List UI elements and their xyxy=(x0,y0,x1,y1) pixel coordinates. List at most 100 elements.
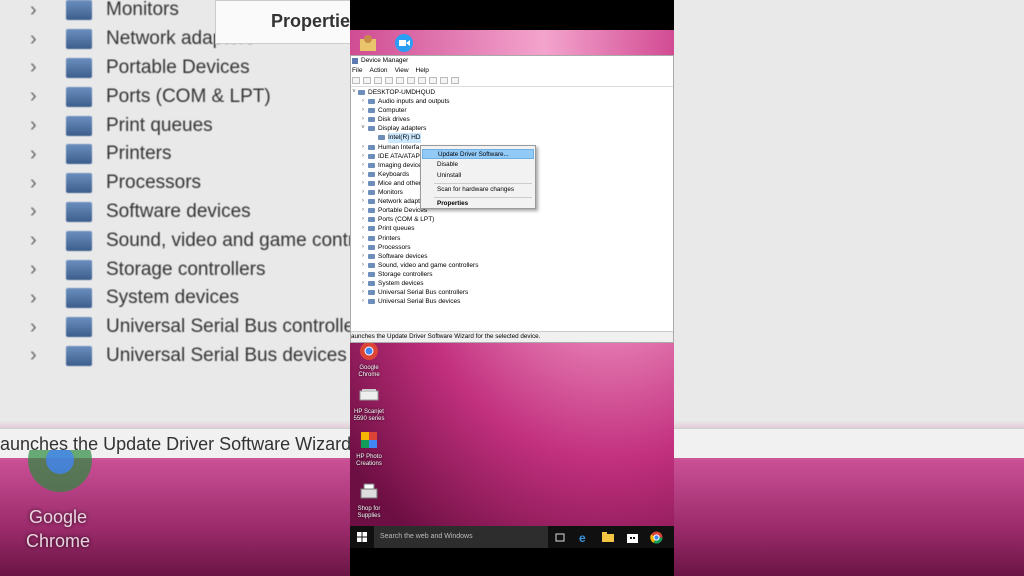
disable-icon[interactable] xyxy=(440,77,448,84)
chrome-taskbar-button[interactable] xyxy=(644,526,668,548)
help-icon[interactable] xyxy=(396,77,404,84)
chevron-right-icon[interactable]: › xyxy=(360,234,366,243)
menu-action[interactable]: Action xyxy=(369,66,387,75)
menu-item-disable[interactable]: Disable xyxy=(422,160,534,170)
menu-view[interactable]: View xyxy=(395,66,409,75)
chevron-down-icon[interactable]: ˅ xyxy=(351,88,357,97)
device-icon xyxy=(368,217,375,223)
background-list-item: › Universal Serial Bus devices xyxy=(30,342,400,371)
chevron-right-icon[interactable]: › xyxy=(360,188,366,197)
chevron-right-icon[interactable]: › xyxy=(360,279,366,288)
tree-item-label: Monitors xyxy=(378,189,403,197)
tree-item-label: System devices xyxy=(378,279,424,287)
tree-item[interactable]: › Ports (COM & LPT) xyxy=(351,215,673,224)
desktop-icon-photo-creations[interactable]: HP Photo Creations xyxy=(352,430,386,468)
chevron-right-icon[interactable]: › xyxy=(360,288,366,297)
tree-item[interactable]: › Processors xyxy=(351,243,673,252)
chevron-right-icon[interactable]: › xyxy=(360,97,366,106)
chevron-right-icon: › xyxy=(30,286,37,309)
desktop-icon-shop-supplies[interactable]: Shop for Supplies xyxy=(352,482,386,520)
tree-item[interactable]: ˅ Display adapters xyxy=(351,124,673,133)
chevron-right-icon[interactable]: › xyxy=(360,252,366,261)
chevron-right-icon[interactable]: › xyxy=(360,270,366,279)
update-driver-icon[interactable] xyxy=(418,77,426,84)
forward-arrow-icon[interactable] xyxy=(363,77,371,84)
video-call-icon[interactable] xyxy=(394,33,414,53)
file-explorer-button[interactable] xyxy=(596,526,620,548)
tree-item[interactable]: › Disk drives xyxy=(351,115,673,124)
tree-item-label: Universal Serial Bus devices xyxy=(378,298,461,306)
device-icon xyxy=(368,299,375,305)
tree-item[interactable]: › Sound, video and game controllers xyxy=(351,261,673,270)
windows-logo-icon xyxy=(357,532,367,542)
show-hidden-icon[interactable] xyxy=(407,77,415,84)
tree-item[interactable]: Intel(R) HD xyxy=(351,133,673,143)
menu-help[interactable]: Help xyxy=(416,66,429,75)
menu-item-uninstall[interactable]: Uninstall xyxy=(422,171,534,181)
device-manager-window: Device Manager File Action View Help ˅ D… xyxy=(350,55,674,343)
store-button[interactable] xyxy=(620,526,644,548)
chevron-right-icon[interactable]: › xyxy=(360,224,366,233)
background-list-item: › Software devices xyxy=(30,198,400,227)
edge-button[interactable]: e xyxy=(572,526,596,548)
menu-item-scan-hardware[interactable]: Scan for hardware changes xyxy=(422,185,534,195)
window-title-bar[interactable]: Device Manager xyxy=(351,56,673,66)
scan-hardware-icon[interactable] xyxy=(451,77,459,84)
menu-item-update-driver[interactable]: Update Driver Software... xyxy=(422,149,534,159)
tree-item[interactable]: › Print queues xyxy=(351,224,673,233)
tree-root[interactable]: ˅ DESKTOP-UMDHQUD xyxy=(351,88,673,97)
task-view-button[interactable] xyxy=(548,526,572,548)
tree-item-label: Sound, video and game controllers xyxy=(378,261,479,269)
tree-item-label: Audio inputs and outputs xyxy=(378,98,450,106)
chevron-right-icon[interactable]: › xyxy=(360,170,366,179)
tree-item[interactable]: › Printers xyxy=(351,234,673,243)
menu-item-properties[interactable]: Properties xyxy=(422,199,534,209)
tree-item-label: Keyboards xyxy=(378,170,410,178)
chevron-down-icon[interactable]: ˅ xyxy=(360,124,366,133)
chevron-right-icon[interactable]: › xyxy=(360,206,366,215)
desktop-icon-label: Google Chrome xyxy=(358,365,380,378)
tree-item[interactable]: › System devices xyxy=(351,279,673,288)
background-list-label: Processors xyxy=(106,172,202,194)
tree-item[interactable]: › Universal Serial Bus controllers xyxy=(351,288,673,297)
context-menu: Update Driver Software... Disable Uninst… xyxy=(420,145,536,209)
tree-item[interactable]: › Universal Serial Bus devices xyxy=(351,297,673,306)
tree-item-label: Ports (COM & LPT) xyxy=(378,216,435,224)
chevron-right-icon: › xyxy=(30,200,37,223)
scanner-icon xyxy=(359,389,379,401)
chevron-right-icon[interactable]: › xyxy=(360,261,366,270)
chevron-right-icon[interactable]: › xyxy=(360,179,366,188)
device-icon xyxy=(66,230,92,251)
taskbar-search[interactable]: Search the web and Windows xyxy=(374,526,548,548)
back-arrow-icon[interactable] xyxy=(352,77,360,84)
show-hide-tree-icon[interactable] xyxy=(374,77,382,84)
chevron-right-icon[interactable]: › xyxy=(360,106,366,115)
chevron-right-icon[interactable]: › xyxy=(360,243,366,252)
chevron-right-icon[interactable]: › xyxy=(360,215,366,224)
device-icon xyxy=(368,126,375,132)
tree-item[interactable]: › Storage controllers xyxy=(351,270,673,279)
uninstall-icon[interactable] xyxy=(429,77,437,84)
chevron-right-icon[interactable]: › xyxy=(360,115,366,124)
background-list-item: › Portable Devices xyxy=(30,54,400,83)
properties-icon[interactable] xyxy=(385,77,393,84)
background-device-list: › Monitors › Network adapters › Portable Devi… xyxy=(30,0,400,370)
user-folder-icon[interactable] xyxy=(358,33,378,53)
chevron-right-icon[interactable]: › xyxy=(360,152,366,161)
desktop-icon-chrome[interactable]: Google Chrome xyxy=(352,341,386,379)
background-list-item: › Storage controllers xyxy=(30,255,400,284)
background-list-item: › Universal Serial Bus controllers xyxy=(30,313,400,342)
tree-item[interactable]: › Audio inputs and outputs xyxy=(351,97,673,106)
chevron-right-icon[interactable]: › xyxy=(360,143,366,152)
device-icon xyxy=(66,288,92,309)
chevron-right-icon[interactable]: › xyxy=(360,297,366,306)
chevron-right-icon[interactable]: › xyxy=(360,161,366,170)
desktop-icon-scanjet[interactable]: HP Scanjet 5590 series xyxy=(352,385,386,423)
start-button[interactable] xyxy=(350,526,374,548)
background-list-label: Software devices xyxy=(106,200,251,222)
chevron-right-icon[interactable]: › xyxy=(360,197,366,206)
menu-file[interactable]: File xyxy=(352,66,362,75)
tree-item[interactable]: › Software devices xyxy=(351,252,673,261)
tree-item[interactable]: › Computer xyxy=(351,106,673,115)
tree-item-label: Storage controllers xyxy=(378,270,433,278)
